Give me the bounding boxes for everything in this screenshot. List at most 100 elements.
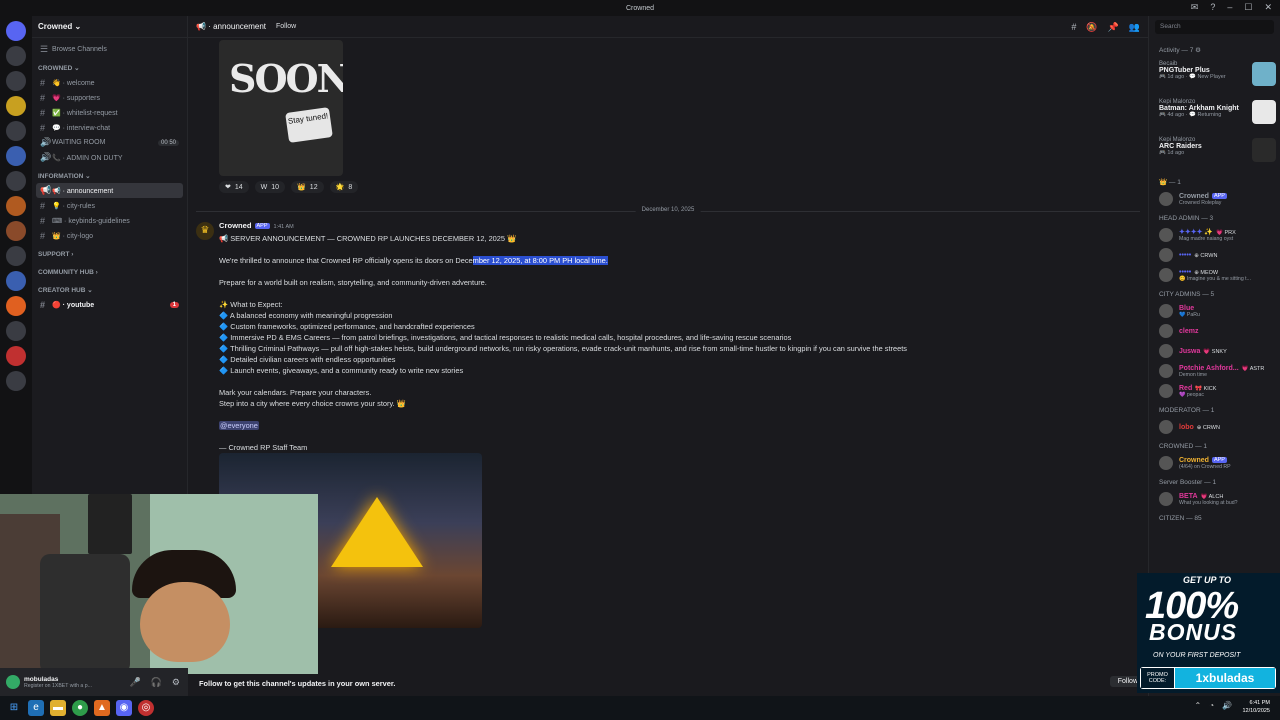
chrome-icon[interactable]: ● — [72, 700, 88, 716]
reaction-chip[interactable]: W 10 — [254, 181, 286, 193]
app-icon[interactable]: ◎ — [138, 700, 154, 716]
username[interactable]: mobuladas — [24, 676, 58, 683]
member-row[interactable]: Juswa 💗 SNKY — [1149, 341, 1280, 361]
activity-card[interactable]: Becaib PNGTuber Plus 🎮 1d ago · 💬 New Play… — [1149, 58, 1280, 96]
inbox-icon[interactable]: ✉ — [1191, 2, 1199, 13]
promo-overlay: GET UP TO 100% BONUS ON YOUR FIRST DEPOS… — [1137, 573, 1280, 693]
server-icon[interactable] — [6, 246, 26, 266]
member-row[interactable]: ••••• ⊕ CRWN — [1149, 245, 1280, 265]
member-row[interactable]: ✦✦✦✦ ✨ 💗 PRX Mag madre naiang oyst — [1149, 225, 1280, 245]
member-name: BETA — [1179, 492, 1198, 500]
server-icon[interactable] — [6, 121, 26, 141]
close-button[interactable]: ✕ — [1264, 2, 1272, 13]
member-row[interactable]: Blue 💙 PaRu — [1149, 301, 1280, 321]
avatar[interactable] — [6, 675, 20, 689]
reaction-chip[interactable]: 👑 12 — [291, 181, 324, 193]
server-header[interactable]: Crowned ⌄ — [32, 16, 187, 38]
category-support[interactable]: SUPPORT › — [32, 247, 187, 261]
everyone-mention[interactable]: @everyone — [219, 421, 259, 430]
promo-headline: GET UP TO — [1183, 575, 1232, 585]
category-community[interactable]: COMMUNITY HUB › — [32, 265, 187, 279]
author-name[interactable]: Crowned — [219, 221, 252, 230]
feature-bullet: 🔷 Custom frameworks, optimized performan… — [219, 322, 475, 331]
avatar — [1159, 228, 1173, 242]
intro-line: Prepare for a world built on realism, st… — [219, 278, 487, 287]
timestamp: 1:41 AM — [273, 224, 294, 230]
headphones-icon[interactable]: 🎧 — [151, 677, 162, 688]
member-row[interactable]: Crowned APP (4/64) on Crowned RP — [1149, 453, 1280, 473]
channel-keybinds[interactable]: # ⌨ · keybinds-guidelines — [32, 213, 187, 228]
member-row[interactable]: ••••• ⊕ MEOW 😊 Imagine you & me sitting t.… — [1149, 265, 1280, 285]
reaction-chip[interactable]: 🌟 8 — [329, 181, 359, 193]
minimize-button[interactable]: – — [1227, 2, 1232, 13]
server-icon[interactable] — [6, 271, 26, 291]
chevron-up-icon[interactable]: ⌃ — [1194, 701, 1201, 710]
members-icon[interactable]: 👥 — [1129, 22, 1140, 33]
volume-icon[interactable]: 🔊 — [1222, 701, 1232, 710]
webcam-overlay — [0, 494, 318, 674]
server-icon[interactable] — [6, 196, 26, 216]
clock[interactable]: 6:41 PM 12/10/2025 — [1242, 699, 1270, 715]
activity-card[interactable]: Kepi Malonzo ARC Raiders 🎮 1d ago — [1149, 134, 1280, 172]
member-name: ••••• — [1179, 268, 1192, 276]
edge-icon[interactable]: e — [28, 700, 44, 716]
search-input[interactable]: Search — [1155, 20, 1274, 34]
category-information[interactable]: INFORMATION ⌄ — [32, 169, 187, 183]
channel-interview[interactable]: # 💬 · interview-chat — [32, 120, 187, 135]
server-icon[interactable] — [6, 371, 26, 391]
server-icon[interactable] — [6, 96, 26, 116]
discord-home-icon[interactable] — [6, 21, 26, 41]
member-row[interactable]: clemz — [1149, 321, 1280, 341]
list-icon: ☰ — [40, 44, 49, 54]
folder-icon[interactable]: ▬ — [50, 700, 66, 716]
channel-whitelist[interactable]: # ✅ · whitelist-request — [32, 105, 187, 120]
category-creator[interactable]: CREATOR HUB ⌄ — [32, 283, 187, 297]
user-panel: mobuladas Register on 1XBET with a p... 🎤… — [0, 668, 188, 696]
reaction-chip[interactable]: ❤ 14 — [219, 181, 249, 193]
channel-city-rules[interactable]: # 💡 · city-rules — [32, 198, 187, 213]
channel-announcement[interactable]: 📢 📢 · announcement — [36, 183, 183, 198]
channel-supporters[interactable]: # 💗 · supporters — [32, 90, 187, 105]
help-icon[interactable]: ? — [1210, 2, 1215, 13]
server-icon[interactable] — [6, 221, 26, 241]
gear-icon[interactable]: ⚙ — [172, 677, 180, 688]
wifi-icon[interactable]: ◔ — [1209, 701, 1214, 710]
app-icon[interactable]: ▲ — [94, 700, 110, 716]
avatar[interactable]: ♛ — [196, 222, 214, 240]
server-icon[interactable] — [6, 321, 26, 341]
microphone-icon[interactable]: 🎤 — [129, 677, 140, 688]
follow-link[interactable]: Follow — [276, 23, 296, 30]
threads-icon[interactable]: # — [1071, 22, 1076, 33]
activity-card[interactable]: Kepi Malonzo Batman: Arkham Knight 🎮 4d ag… — [1149, 96, 1280, 134]
server-icon[interactable] — [6, 296, 26, 316]
user-limit-badge: 00 50 — [157, 139, 179, 146]
reaction-emoji: 🌟 — [335, 184, 345, 191]
headline: 📢 SERVER ANNOUNCEMENT — CROWNED RP LAUNC… — [219, 234, 517, 243]
member-row[interactable]: Red 🎀 KICK 💜 peopac — [1149, 381, 1280, 401]
maximize-button[interactable]: ☐ — [1244, 2, 1252, 13]
channel-welcome[interactable]: # 👋 · welcome — [32, 75, 187, 90]
soon-image[interactable]: SOON Stay tuned! — [219, 40, 343, 176]
member-row[interactable]: Potchie Ashford... 💗 ASTR Demon time — [1149, 361, 1280, 381]
browse-channels[interactable]: ☰ Browse Channels — [32, 42, 187, 57]
pin-icon[interactable]: 📌 — [1108, 22, 1119, 33]
avatar — [1159, 364, 1173, 378]
channel-youtube[interactable]: # 🔴 · youtube 1 — [32, 297, 187, 312]
channel-city-logo[interactable]: # 👑 · city-logo — [32, 228, 187, 243]
avatar — [1159, 268, 1173, 282]
member-row[interactable]: Crowned APP Crowned Roleplay — [1149, 189, 1280, 209]
mute-icon[interactable]: 🔕 — [1086, 22, 1097, 33]
server-icon[interactable] — [6, 46, 26, 66]
server-icon[interactable] — [6, 171, 26, 191]
server-icon[interactable] — [6, 146, 26, 166]
member-row[interactable]: lobo ⊕ CRWN — [1149, 417, 1280, 437]
windows-start-icon[interactable]: ⊞ — [6, 700, 22, 716]
voice-waiting-room[interactable]: 🔊 WAITING ROOM 00 50 — [32, 135, 187, 150]
voice-admin-on-duty[interactable]: 🔊 📞 · ADMIN ON DUTY — [32, 150, 187, 165]
megaphone-icon: 📢 — [40, 185, 52, 195]
discord-icon[interactable]: ◉ — [116, 700, 132, 716]
category-crowned[interactable]: CROWNED ⌄ — [32, 61, 187, 75]
server-icon[interactable] — [6, 346, 26, 366]
server-icon[interactable] — [6, 71, 26, 91]
member-row[interactable]: BETA 💗 ALCH What you looking at bud? — [1149, 489, 1280, 509]
